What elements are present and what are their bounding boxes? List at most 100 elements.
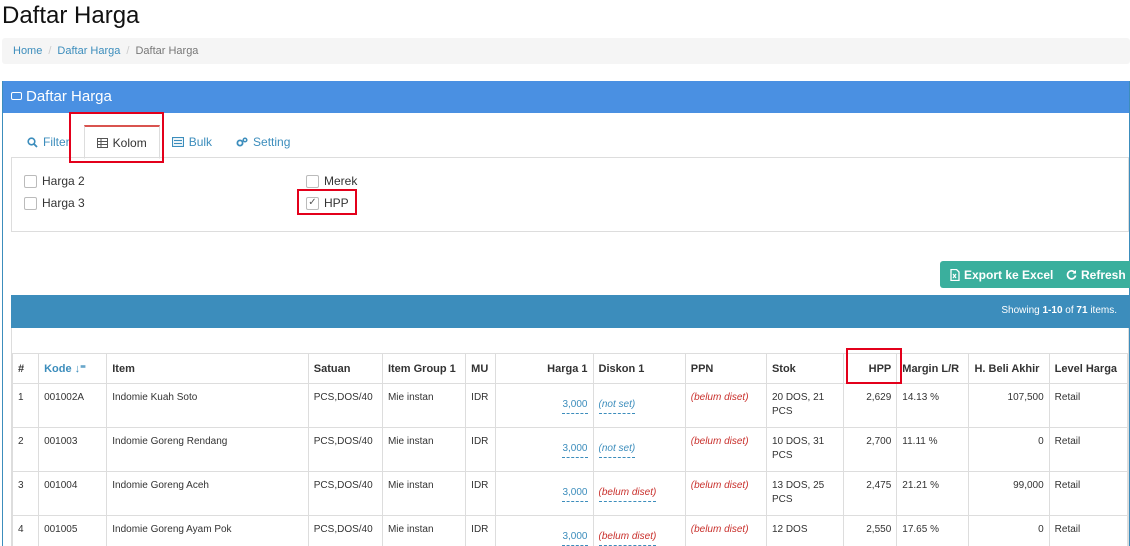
cell-mu: IDR — [465, 471, 497, 516]
cell-margin: 21.21 % — [896, 471, 970, 516]
col-ppn: PPN — [684, 353, 767, 384]
tab-filter-label: Filter — [43, 135, 70, 149]
editable-diskon-1[interactable]: (belum diset) — [598, 486, 657, 502]
editable-diskon-1[interactable]: (not set) — [598, 398, 636, 414]
grid: # Kode ↓⁼ Item Satuan Item Group 1 MU Ha… — [11, 328, 1129, 546]
col-diskon-1: Diskon 1 — [592, 353, 686, 384]
cell-no: 1 — [11, 383, 40, 428]
checkbox-hpp-label: HPP — [324, 196, 349, 210]
cell-harga-1: 3,000 — [495, 515, 594, 546]
column-options: Harga 2 Harga 3 Merek ✓ HPP — [11, 157, 1129, 232]
col-margin: Margin L/R — [896, 353, 970, 384]
col-harga-1: Harga 1 — [495, 353, 594, 384]
money-icon — [11, 92, 22, 100]
checkbox-harga-2-label: Harga 2 — [42, 174, 85, 188]
export-excel-label: Export ke Excel — [964, 267, 1054, 282]
cell-ppn: (belum diset) — [684, 383, 767, 428]
tab-filter[interactable]: Filter — [15, 125, 82, 159]
cell-group: Mie instan — [381, 471, 467, 516]
cell-hpp: 2,475 — [843, 471, 898, 516]
breadcrumb-home[interactable]: Home — [13, 45, 42, 57]
cell-mu: IDR — [465, 383, 497, 428]
col-stok: Stok — [765, 353, 845, 384]
editable-harga-1[interactable]: 3,000 — [562, 486, 588, 502]
col-beli-akhir: H. Beli Akhir — [968, 353, 1050, 384]
summary-text: Showing 1-10 of 71 items. — [1001, 305, 1117, 316]
ppn-value: (belum diset) — [690, 436, 749, 447]
search-icon — [27, 136, 38, 148]
col-item: Item — [106, 353, 309, 384]
list-icon — [171, 137, 184, 147]
cell-diskon-1: (belum diset) — [592, 471, 686, 516]
cell-diskon-1: (not set) — [592, 383, 686, 428]
cell-item: Indomie Goreng Rendang — [106, 427, 309, 472]
cell-level: Retail — [1048, 515, 1129, 546]
checkbox-box[interactable] — [24, 196, 37, 210]
tab-kolom-label: Kolom — [112, 135, 147, 150]
cell-beli-akhir: 99,000 — [968, 471, 1050, 516]
cell-hpp: 2,629 — [843, 383, 898, 428]
checkbox-harga-2[interactable]: Harga 2 — [24, 174, 85, 188]
price-list-panel: Daftar Harga Filter Kolom Bulk Setting H… — [2, 81, 1130, 546]
editable-diskon-1[interactable]: (belum diset) — [598, 530, 657, 546]
cell-beli-akhir: 0 — [968, 515, 1050, 546]
checkbox-merek[interactable]: Merek — [306, 174, 357, 188]
checkbox-harga-3-label: Harga 3 — [42, 196, 85, 210]
cell-ppn: (belum diset) — [684, 471, 767, 516]
gears-icon — [236, 136, 248, 146]
cell-ppn: (belum diset) — [684, 515, 767, 546]
ppn-value: (belum diset) — [690, 392, 749, 403]
checkbox-box[interactable] — [24, 174, 37, 188]
export-excel-button[interactable]: Export ke Excel — [940, 261, 1064, 288]
panel-header: Daftar Harga — [3, 81, 1129, 113]
cell-item: Indomie Kuah Soto — [106, 383, 309, 428]
cell-item: Indomie Goreng Ayam Pok — [106, 515, 309, 546]
cell-level: Retail — [1048, 427, 1129, 472]
cell-mu: IDR — [465, 515, 497, 546]
cell-diskon-1: (belum diset) — [592, 515, 686, 546]
checkbox-harga-3[interactable]: Harga 3 — [24, 196, 85, 210]
file-excel-icon — [950, 268, 960, 281]
cell-diskon-1: (not set) — [592, 427, 686, 472]
cell-kode: 001005 — [38, 515, 108, 546]
sort-kode-link[interactable]: Kode ↓⁼ — [44, 363, 86, 375]
cell-no: 4 — [11, 515, 40, 546]
breadcrumb: Home / Daftar Harga / Daftar Harga — [2, 38, 1130, 64]
cell-level: Retail — [1048, 471, 1129, 516]
editable-harga-1[interactable]: 3,000 — [562, 530, 588, 546]
tab-bulk[interactable]: Bulk — [160, 125, 224, 159]
table-row: 2 001003 Indomie Goreng Rendang PCS,DOS/… — [11, 427, 1129, 472]
refresh-button[interactable]: Refresh — [1056, 261, 1130, 288]
cell-margin: 17.65 % — [896, 515, 970, 546]
checkmark-icon[interactable]: ✓ — [306, 196, 319, 210]
col-mu: MU — [465, 353, 497, 384]
table-row: 3 001004 Indomie Goreng Aceh PCS,DOS/40 … — [11, 471, 1129, 516]
cell-hpp: 2,700 — [843, 427, 898, 472]
cell-ppn: (belum diset) — [684, 427, 767, 472]
grid-summary-bar: Showing 1-10 of 71 items. — [11, 295, 1129, 328]
cell-stok: 13 DOS, 25 PCS — [765, 471, 845, 516]
tab-setting[interactable]: Setting — [224, 125, 302, 159]
tab-kolom[interactable]: Kolom — [83, 125, 160, 159]
table-icon — [96, 137, 108, 148]
editable-diskon-1[interactable]: (not set) — [598, 442, 636, 458]
cell-kode: 001002A — [38, 383, 108, 428]
table-row: 4 001005 Indomie Goreng Ayam Pok PCS,DOS… — [11, 515, 1129, 546]
col-level-harga: Level Harga — [1048, 353, 1129, 384]
ppn-value: (belum diset) — [690, 524, 749, 535]
checkbox-box[interactable] — [306, 174, 319, 188]
page-title: Daftar Harga — [2, 2, 140, 29]
breadcrumb-daftar-harga[interactable]: Daftar Harga — [57, 45, 120, 57]
cell-hpp: 2,550 — [843, 515, 898, 546]
cell-beli-akhir: 107,500 — [968, 383, 1050, 428]
cell-satuan: PCS,DOS/40 — [307, 471, 383, 516]
editable-harga-1[interactable]: 3,000 — [562, 398, 588, 414]
col-hpp: HPP — [843, 353, 898, 384]
cell-harga-1: 3,000 — [495, 471, 594, 516]
cell-kode: 001004 — [38, 471, 108, 516]
checkbox-hpp[interactable]: ✓ HPP — [306, 196, 349, 210]
col-kode[interactable]: Kode ↓⁼ — [38, 353, 108, 384]
cell-item: Indomie Goreng Aceh — [106, 471, 309, 516]
editable-harga-1[interactable]: 3,000 — [562, 442, 588, 458]
panel-title: Daftar Harga — [26, 88, 112, 105]
